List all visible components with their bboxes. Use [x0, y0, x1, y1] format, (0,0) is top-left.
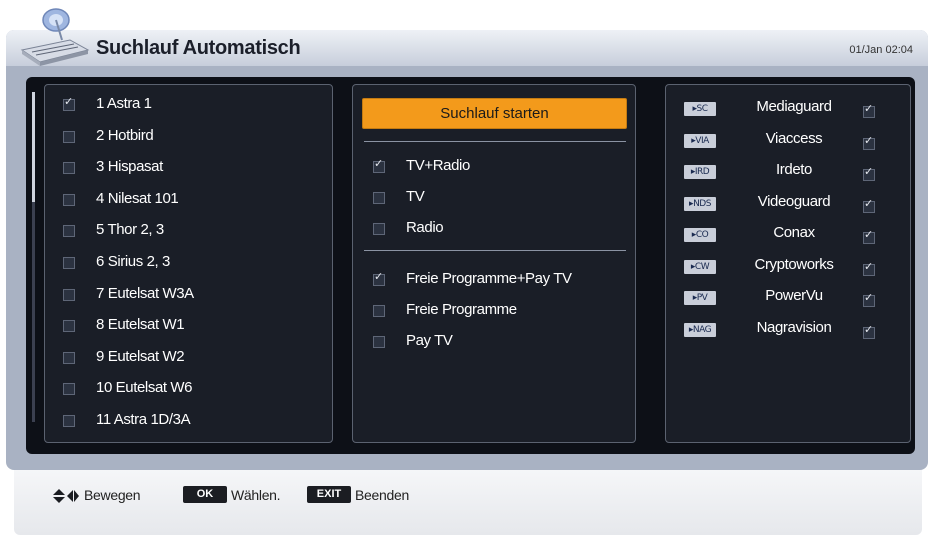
- scan-options-panel: [352, 84, 636, 443]
- satellite-item[interactable]: 1 Astra 1: [96, 93, 152, 115]
- ca-system-name[interactable]: PowerVu: [734, 287, 854, 304]
- service-type-checkbox[interactable]: [373, 192, 385, 204]
- program-type-option[interactable]: Freie Programme: [406, 299, 517, 321]
- satellite-dish-icon: [20, 8, 90, 66]
- footer-bar: [14, 470, 922, 535]
- service-type-option[interactable]: TV+Radio: [406, 155, 470, 177]
- satellite-checkbox[interactable]: [63, 351, 75, 364]
- ca-system-checkbox[interactable]: [863, 260, 875, 276]
- service-type-checkbox[interactable]: [373, 157, 385, 173]
- ca-system-name[interactable]: Mediaguard: [734, 98, 854, 115]
- satellite-checkbox[interactable]: [63, 193, 75, 206]
- ca-badge: ▸CW: [684, 259, 716, 274]
- ca-badge-text: NDS: [693, 198, 711, 209]
- satellite-checkbox[interactable]: [63, 415, 75, 427]
- program-type-option[interactable]: Freie Programme+Pay TV: [406, 268, 572, 290]
- satellite-checkbox[interactable]: [63, 95, 75, 111]
- satellite-checkbox[interactable]: [63, 162, 75, 175]
- satellite-item[interactable]: 3 Hispasat: [96, 156, 163, 178]
- satellite-checkbox[interactable]: [63, 257, 75, 269]
- ca-badge: ▸VIA: [684, 133, 716, 148]
- satellite-checkbox[interactable]: [63, 320, 75, 333]
- ca-badge: ▸NDS: [684, 196, 716, 211]
- service-type-checkbox[interactable]: [373, 223, 385, 235]
- satellite-item[interactable]: 10 Eutelsat W6: [96, 377, 193, 399]
- ca-badge-text: CW: [694, 261, 710, 272]
- satellite-checkbox[interactable]: [63, 383, 75, 396]
- satellite-item[interactable]: 4 Nilesat 101: [96, 188, 179, 210]
- page-title: Suchlauf Automatisch: [96, 37, 301, 59]
- satellite-checkbox[interactable]: [63, 288, 75, 301]
- satellite-item[interactable]: 6 Sirius 2, 3: [96, 251, 170, 273]
- exit-hint: Beenden: [355, 487, 409, 503]
- move-hint: Bewegen: [84, 487, 141, 503]
- satellite-item[interactable]: 7 Eutelsat W3A: [96, 283, 194, 305]
- ca-badge: ▸CO: [684, 228, 716, 242]
- ca-system-checkbox[interactable]: [863, 291, 875, 307]
- satellite-item[interactable]: 5 Thor 2, 3: [96, 219, 164, 241]
- arrow-keys-icon: [53, 489, 79, 503]
- ca-system-name[interactable]: Conax: [734, 224, 854, 241]
- service-type-option[interactable]: TV: [406, 186, 425, 208]
- ca-system-checkbox[interactable]: [863, 197, 875, 213]
- ca-badge: ▸IRD: [684, 165, 716, 179]
- ca-system-name[interactable]: Irdeto: [734, 161, 854, 178]
- satellite-item[interactable]: 2 Hotbird: [96, 125, 154, 147]
- ca-system-name[interactable]: Nagravision: [734, 319, 854, 336]
- ca-system-name[interactable]: Cryptoworks: [734, 256, 854, 273]
- start-scan-button[interactable]: Suchlauf starten: [362, 98, 627, 129]
- ca-system-checkbox[interactable]: [863, 165, 875, 181]
- clock-display: 01/Jan 02:04: [849, 44, 913, 56]
- ca-badge-text: CO: [695, 230, 709, 240]
- ca-badge-text: PV: [696, 293, 708, 303]
- program-type-checkbox[interactable]: [373, 336, 385, 348]
- ca-system-checkbox[interactable]: [863, 228, 875, 244]
- select-hint: Wählen.: [231, 487, 281, 503]
- satellite-checkbox[interactable]: [63, 130, 75, 143]
- program-type-option[interactable]: Pay TV: [406, 330, 453, 352]
- ca-badge: ▸SC: [684, 102, 716, 116]
- satellite-item[interactable]: 9 Eutelsat W2: [96, 346, 185, 368]
- service-type-option[interactable]: Radio: [406, 217, 444, 239]
- ca-badge: ▸NAG: [684, 322, 716, 337]
- exit-key-badge: EXIT: [307, 486, 351, 503]
- ca-system-name[interactable]: Viaccess: [734, 130, 854, 147]
- ca-badge-text: IRD: [694, 167, 710, 177]
- ca-system-checkbox[interactable]: [863, 134, 875, 150]
- ca-badge-text: VIA: [695, 135, 709, 146]
- program-type-checkbox[interactable]: [373, 305, 385, 317]
- ca-badge-text: NAG: [692, 324, 712, 335]
- divider: [364, 141, 626, 142]
- satellite-item[interactable]: 11 Astra 1D/3A: [96, 409, 191, 431]
- satellite-checkbox[interactable]: [63, 225, 75, 238]
- ok-key-badge: OK: [183, 486, 227, 503]
- ca-system-checkbox[interactable]: [863, 323, 875, 339]
- divider: [364, 250, 626, 251]
- ca-system-name[interactable]: Videoguard: [734, 193, 854, 210]
- ca-badge-text: SC: [696, 104, 709, 114]
- scrollbar-thumb[interactable]: [32, 92, 35, 202]
- ca-system-checkbox[interactable]: [863, 102, 875, 118]
- satellite-item[interactable]: 8 Eutelsat W1: [96, 314, 185, 336]
- ca-badge: ▸PV: [684, 291, 716, 305]
- program-type-checkbox[interactable]: [373, 270, 385, 286]
